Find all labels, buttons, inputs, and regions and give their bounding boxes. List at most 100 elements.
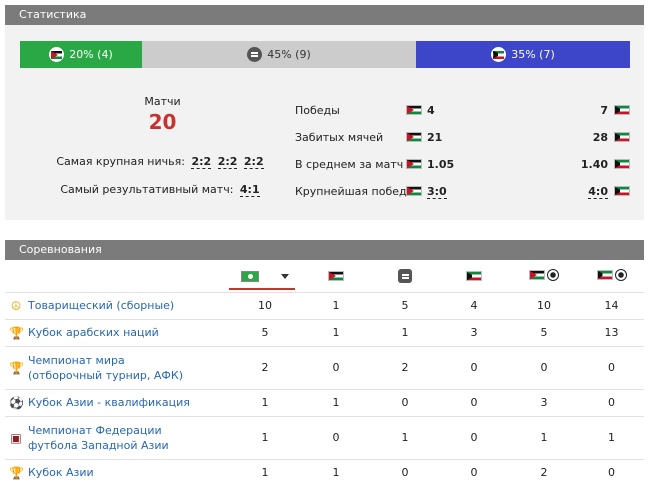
table-row: 🏆 Чемпионат мира (отборочный турнир, АФК)… [5, 345, 644, 389]
biggest-draw-label: Самая крупная ничья: [56, 155, 185, 168]
draws-value: 45% (9) [267, 48, 311, 61]
jordan-flag-icon [49, 47, 65, 62]
matches-count: Матчи 20 [20, 95, 305, 134]
draw-icon [398, 269, 412, 283]
sort-away-column[interactable] [439, 260, 509, 292]
draw-count: 1 [371, 318, 439, 346]
asian-cup-icon: 🏆 [9, 465, 24, 480]
away-count: 0 [439, 415, 509, 459]
biggest-draw-link[interactable]: 2:2 [191, 155, 212, 169]
sort-home-column[interactable] [301, 260, 371, 292]
statistics-header: Статистика [5, 5, 644, 25]
waff-icon: ▣ [10, 430, 22, 445]
biggest-win-label: Крупнейшая победа [295, 185, 414, 198]
kuwait-flag-icon [466, 271, 482, 282]
trophy-silver-icon: 🏆 [9, 325, 24, 340]
away-biggest-win-link[interactable]: 4:0 [588, 185, 608, 199]
away-count: 3 [439, 318, 509, 346]
away-wins-value: 35% (7) [511, 48, 555, 61]
away-goals: 13 [579, 318, 644, 346]
all-count: 2 [229, 345, 301, 389]
competition-name[interactable]: Товарищеский (сборные) [28, 298, 174, 313]
home-goals: 2 [509, 458, 579, 486]
biggest-draw-link[interactable]: 2:2 [217, 155, 238, 169]
sort-draw-column[interactable] [371, 260, 439, 292]
home-count: 1 [301, 291, 371, 319]
table-row: ▣ Чемпионат Федерации футбола Западной Аз… [5, 415, 644, 459]
draw-count: 5 [371, 291, 439, 319]
home-goals: 0 [509, 345, 579, 389]
table-row: ☮ Товарищеский (сборные) 10 1 5 4 10 14 [5, 291, 644, 319]
sort-caret-icon [281, 273, 289, 279]
home-count: 1 [301, 388, 371, 416]
competitions-table: ☮ Товарищеский (сборные) 10 1 5 4 10 14 🏆… [5, 260, 644, 486]
most-productive-label: Самый результативный матч: [60, 183, 234, 196]
draw-count: 1 [371, 415, 439, 459]
all-matches-icon [241, 270, 259, 282]
away-goals: 28 [592, 131, 608, 144]
competition-name[interactable]: Кубок Азии - квалификация [28, 395, 190, 410]
competition-name[interactable]: Кубок арабских наций [28, 325, 159, 340]
competition-name[interactable]: Кубок Азии [28, 465, 94, 480]
home-goals: 5 [509, 318, 579, 346]
draw-count: 0 [371, 388, 439, 416]
all-count: 1 [229, 415, 301, 459]
goals-label: Забитых мячей [295, 131, 384, 144]
biggest-win-row: Крупнейшая победа 3:0 4:0 [295, 183, 630, 201]
home-average: 1.05 [427, 158, 455, 171]
most-productive-link[interactable]: 4:1 [239, 183, 260, 197]
table-row: 🏆 Кубок арабских наций 5 1 1 3 5 13 [5, 318, 644, 346]
wins-row: Победы 4 7 [295, 102, 630, 120]
competition-cell[interactable]: 🏆 Кубок Азии [5, 458, 229, 486]
all-count: 1 [229, 458, 301, 486]
home-wins-segment[interactable]: 20% (4) [20, 41, 142, 68]
average-label: В среднем за матч [295, 158, 404, 171]
away-wins-segment[interactable]: 35% (7) [416, 41, 630, 68]
competition-name[interactable]: Чемпионат Федерации футбола Западной Ази… [28, 423, 198, 453]
competition-cell[interactable]: 🏆 Чемпионат мира (отборочный турнир, АФК) [5, 345, 229, 389]
draws-segment[interactable]: 45% (9) [142, 41, 416, 68]
matches-value: 20 [148, 110, 177, 134]
away-goals: 0 [579, 345, 644, 389]
away-wins: 7 [600, 104, 608, 117]
away-average: 1.40 [580, 158, 608, 171]
away-count: 0 [439, 345, 509, 389]
jordan-flag-icon [406, 105, 422, 115]
home-goals: 21 [427, 131, 443, 144]
away-goals: 0 [579, 458, 644, 486]
jordan-flag-icon [328, 271, 344, 282]
home-count: 0 [301, 415, 371, 459]
jordan-flag-icon [406, 159, 422, 169]
kuwait-flag-icon [614, 105, 630, 115]
competition-cell[interactable]: ☮ Товарищеский (сборные) [5, 291, 229, 319]
kuwait-flag-icon [614, 159, 630, 169]
sort-away-goals-column[interactable] [579, 260, 644, 292]
competition-cell[interactable]: 🏆 Кубок арабских наций [5, 318, 229, 346]
all-count: 5 [229, 318, 301, 346]
most-productive-match: Самый результативный матч: 4:1 [5, 183, 315, 197]
home-goals: 1 [509, 415, 579, 459]
wins-label: Победы [295, 104, 340, 117]
peace-icon: ☮ [10, 298, 22, 313]
jordan-flag-icon [529, 269, 545, 280]
asian-cup-qual-icon: ⚽ [9, 395, 24, 410]
sort-home-goals-column[interactable] [509, 260, 579, 292]
away-count: 4 [439, 291, 509, 319]
home-goals: 3 [509, 388, 579, 416]
competition-cell[interactable]: ⚽ Кубок Азии - квалификация [5, 388, 229, 416]
draw-count: 0 [371, 458, 439, 486]
home-wins-value: 20% (4) [69, 48, 113, 61]
jordan-flag-icon [406, 132, 422, 142]
home-biggest-win-link[interactable]: 3:0 [427, 185, 447, 199]
competition-name[interactable]: Чемпионат мира (отборочный турнир, АФК) [28, 353, 198, 383]
kuwait-flag-icon [614, 186, 630, 196]
sort-all-column[interactable] [229, 260, 301, 292]
biggest-draw-link[interactable]: 2:2 [243, 155, 264, 169]
competition-cell[interactable]: ▣ Чемпионат Федерации футбола Западной Аз… [5, 415, 229, 459]
kuwait-flag-icon [596, 269, 613, 280]
draw-icon [247, 47, 263, 62]
home-wins: 4 [427, 104, 435, 117]
kuwait-flag-icon [491, 47, 507, 62]
jordan-flag-icon [406, 186, 422, 196]
statistics-panel: Статистика 20% (4) 45% (9) 35% (7) Матчи… [5, 5, 644, 220]
